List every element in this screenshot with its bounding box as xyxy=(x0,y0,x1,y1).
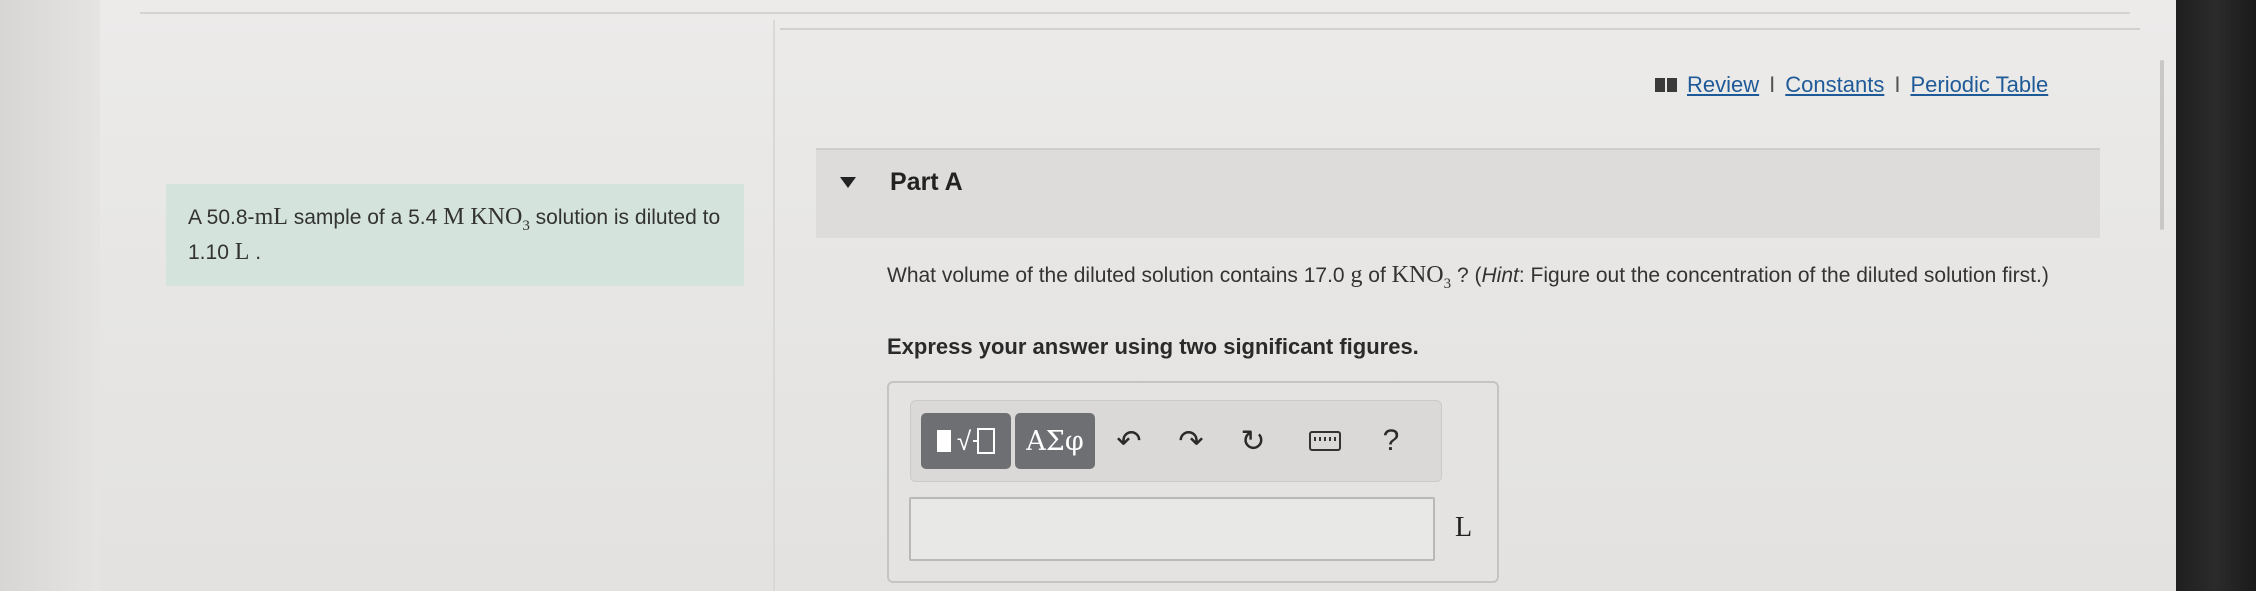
question-part: What volume of the diluted solution cont… xyxy=(887,264,1351,287)
compound-formula: KNO3 xyxy=(1391,262,1452,292)
problem-statement: A 50.8-mL sample of a 5.4 M KNO3 solutio… xyxy=(166,184,744,286)
compound-subscript: 3 xyxy=(522,217,530,234)
hint-text: : Figure out the concentration of the di… xyxy=(1518,264,2049,287)
question-text: What volume of the diluted solution cont… xyxy=(887,262,2087,298)
volume-unit: mL xyxy=(254,204,288,230)
template-block-icon xyxy=(936,430,951,452)
review-link[interactable]: Review xyxy=(1687,72,1759,98)
problem-text: A 50.8- xyxy=(188,206,255,229)
link-separator: I xyxy=(1894,72,1901,97)
answer-unit: L xyxy=(1455,512,1473,543)
monitor-bezel xyxy=(2176,0,2256,591)
compound-formula: KNO3 xyxy=(470,204,530,234)
molarity-unit: M xyxy=(443,204,465,230)
link-separator: I xyxy=(1769,72,1776,97)
greek-symbols-button[interactable]: ΑΣφ xyxy=(1015,413,1095,469)
redo-icon[interactable]: ↷ xyxy=(1171,421,1211,461)
top-divider xyxy=(140,12,2130,14)
left-margin xyxy=(0,0,100,591)
keyboard-shape xyxy=(1309,431,1341,451)
final-volume-unit: L xyxy=(234,238,250,265)
answer-input[interactable] xyxy=(909,497,1435,561)
question-part: ? ( xyxy=(1451,264,1482,287)
problem-text: . xyxy=(249,240,262,264)
help-button[interactable]: ? xyxy=(1371,421,1411,461)
header-divider xyxy=(780,28,2140,30)
answer-instruction: Express your answer using two significan… xyxy=(887,334,1419,359)
book-icon xyxy=(1655,78,1677,92)
compound-name: KNO xyxy=(1391,262,1444,288)
templates-button[interactable]: √ xyxy=(921,413,1011,469)
keyboard-icon[interactable] xyxy=(1305,421,1345,461)
triangle-down-icon[interactable] xyxy=(840,177,856,188)
part-a-header[interactable] xyxy=(816,148,2100,238)
undo-icon[interactable]: ↶ xyxy=(1109,421,1149,461)
problem-text: sample of a 5.4 xyxy=(287,206,444,229)
pane-divider xyxy=(773,20,775,591)
hint-label: Hint xyxy=(1481,264,1519,287)
compound-name: KNO xyxy=(470,204,523,230)
mass-unit: g xyxy=(1350,262,1363,288)
constants-link[interactable]: Constants xyxy=(1785,72,1884,98)
question-part: of xyxy=(1362,264,1392,287)
scrollbar[interactable] xyxy=(2160,60,2164,230)
part-a-title: Part A xyxy=(890,168,963,196)
periodic-table-link[interactable]: Periodic Table xyxy=(1910,72,2048,98)
reset-icon[interactable]: ↻ xyxy=(1233,421,1273,461)
template-box-icon xyxy=(973,428,996,454)
radical-icon: √ xyxy=(956,426,972,456)
math-toolbar: √ ΑΣφ ↶ ↷ ↻ ? xyxy=(910,400,1442,482)
resource-links: Review I Constants I Periodic Table xyxy=(1655,72,2048,98)
